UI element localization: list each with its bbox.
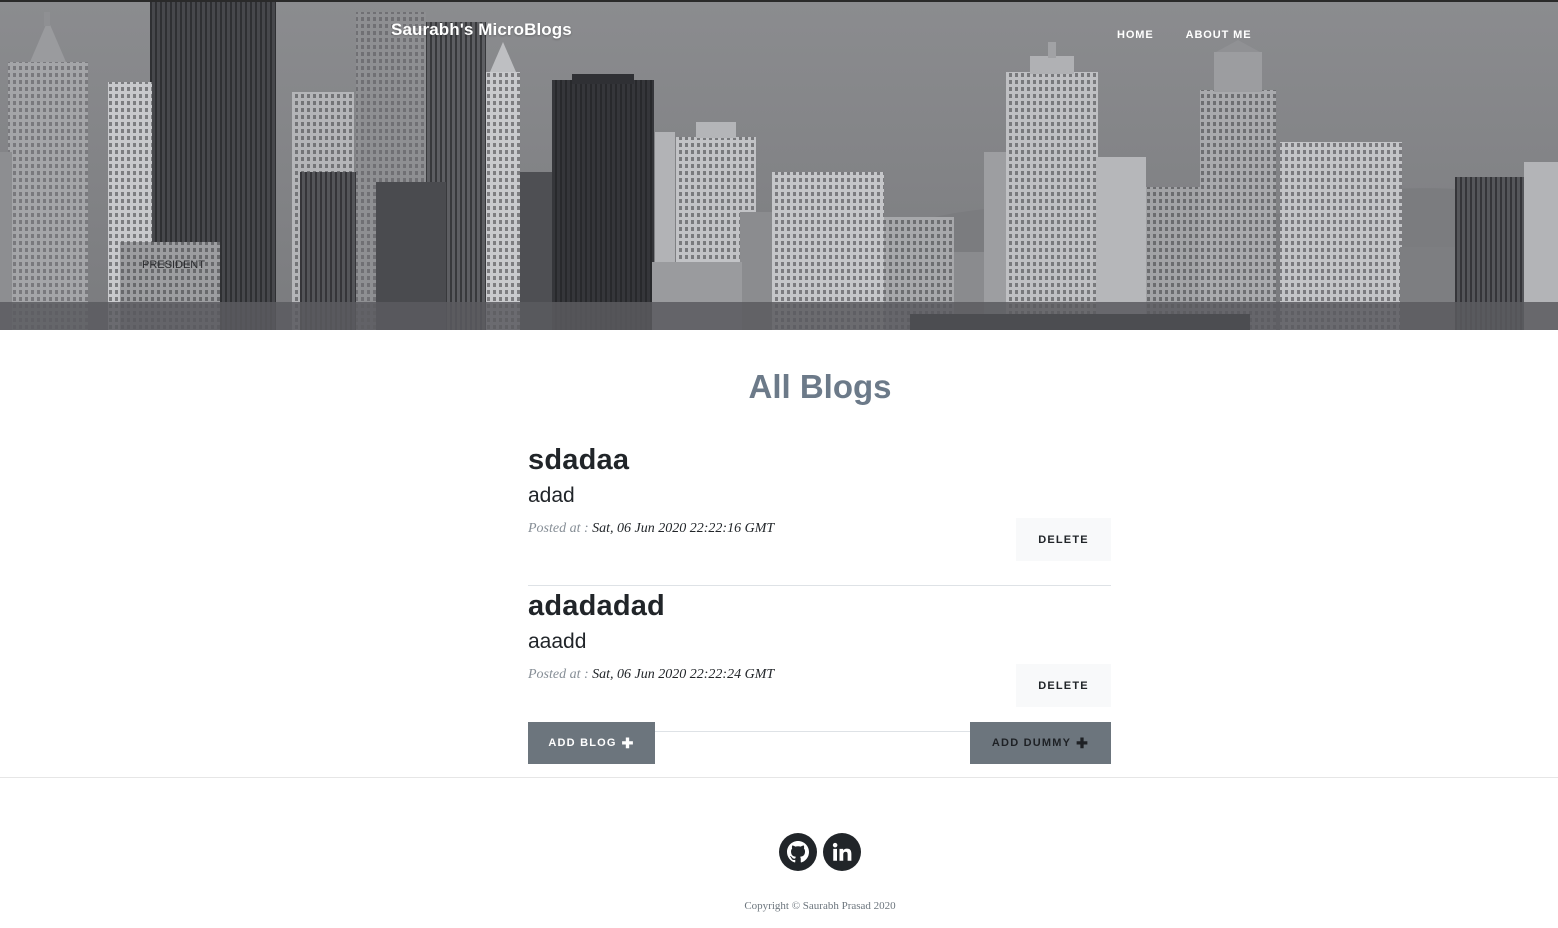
- github-icon: [787, 841, 809, 863]
- posted-at-date: Sat, 06 Jun 2020 22:22:16 GMT: [592, 521, 775, 536]
- add-dummy-label: ADD DUMMY: [991, 737, 1072, 749]
- linkedin-icon: [832, 842, 852, 861]
- masthead-header: PRESIDENT Saurabh's MicroBlogs HOME ABOU…: [0, 0, 1558, 330]
- nav-home-link[interactable]: HOME: [1117, 29, 1154, 41]
- blog-post-title[interactable]: sdadaa: [528, 444, 629, 477]
- add-blog-label: ADD BLOG: [548, 737, 617, 749]
- top-nav: HOME ABOUT ME: [1117, 29, 1251, 41]
- page-title: All Blogs: [748, 368, 892, 405]
- president-sign-text: PRESIDENT: [142, 259, 205, 271]
- add-blog-button[interactable]: ADD BLOG ✚: [528, 722, 655, 764]
- plus-icon: ✚: [1076, 735, 1090, 751]
- delete-button[interactable]: DELETE: [1016, 664, 1111, 707]
- posted-at-label: Posted at :: [528, 521, 589, 536]
- copyright-text: Copyright © Saurabh Prasad 2020: [744, 900, 896, 912]
- blog-post: adadadad aaadd Posted at : Sat, 06 Jun 2…: [528, 586, 1111, 732]
- city-skyline-background: PRESIDENT: [0, 2, 1558, 330]
- blog-post-meta: Posted at : Sat, 06 Jun 2020 22:22:24 GM…: [528, 667, 774, 683]
- posted-at-date: Sat, 06 Jun 2020 22:22:24 GMT: [592, 667, 775, 682]
- github-link[interactable]: [779, 833, 817, 871]
- plus-icon: ✚: [621, 735, 635, 751]
- blog-post-body: aaadd: [528, 630, 587, 653]
- blog-post-title[interactable]: adadadad: [528, 590, 665, 623]
- posted-at-label: Posted at :: [528, 667, 589, 682]
- blog-post-meta: Posted at : Sat, 06 Jun 2020 22:22:16 GM…: [528, 521, 774, 537]
- blog-post-body: adad: [528, 484, 575, 507]
- add-dummy-button[interactable]: ADD DUMMY ✚: [970, 722, 1111, 764]
- nav-about-me-link[interactable]: ABOUT ME: [1186, 29, 1252, 41]
- linkedin-link[interactable]: [823, 833, 861, 871]
- social-links: [779, 833, 861, 871]
- page-heading-wrap: All Blogs: [0, 368, 1558, 406]
- blog-actions: ADD BLOG ✚ ADD DUMMY ✚: [528, 722, 1111, 764]
- footer-divider: [0, 777, 1558, 778]
- blog-post: sdadaa adad Posted at : Sat, 06 Jun 2020…: [528, 440, 1111, 586]
- brand-link[interactable]: Saurabh's MicroBlogs: [391, 20, 572, 40]
- delete-button[interactable]: DELETE: [1016, 518, 1111, 561]
- blog-list: sdadaa adad Posted at : Sat, 06 Jun 2020…: [528, 440, 1111, 732]
